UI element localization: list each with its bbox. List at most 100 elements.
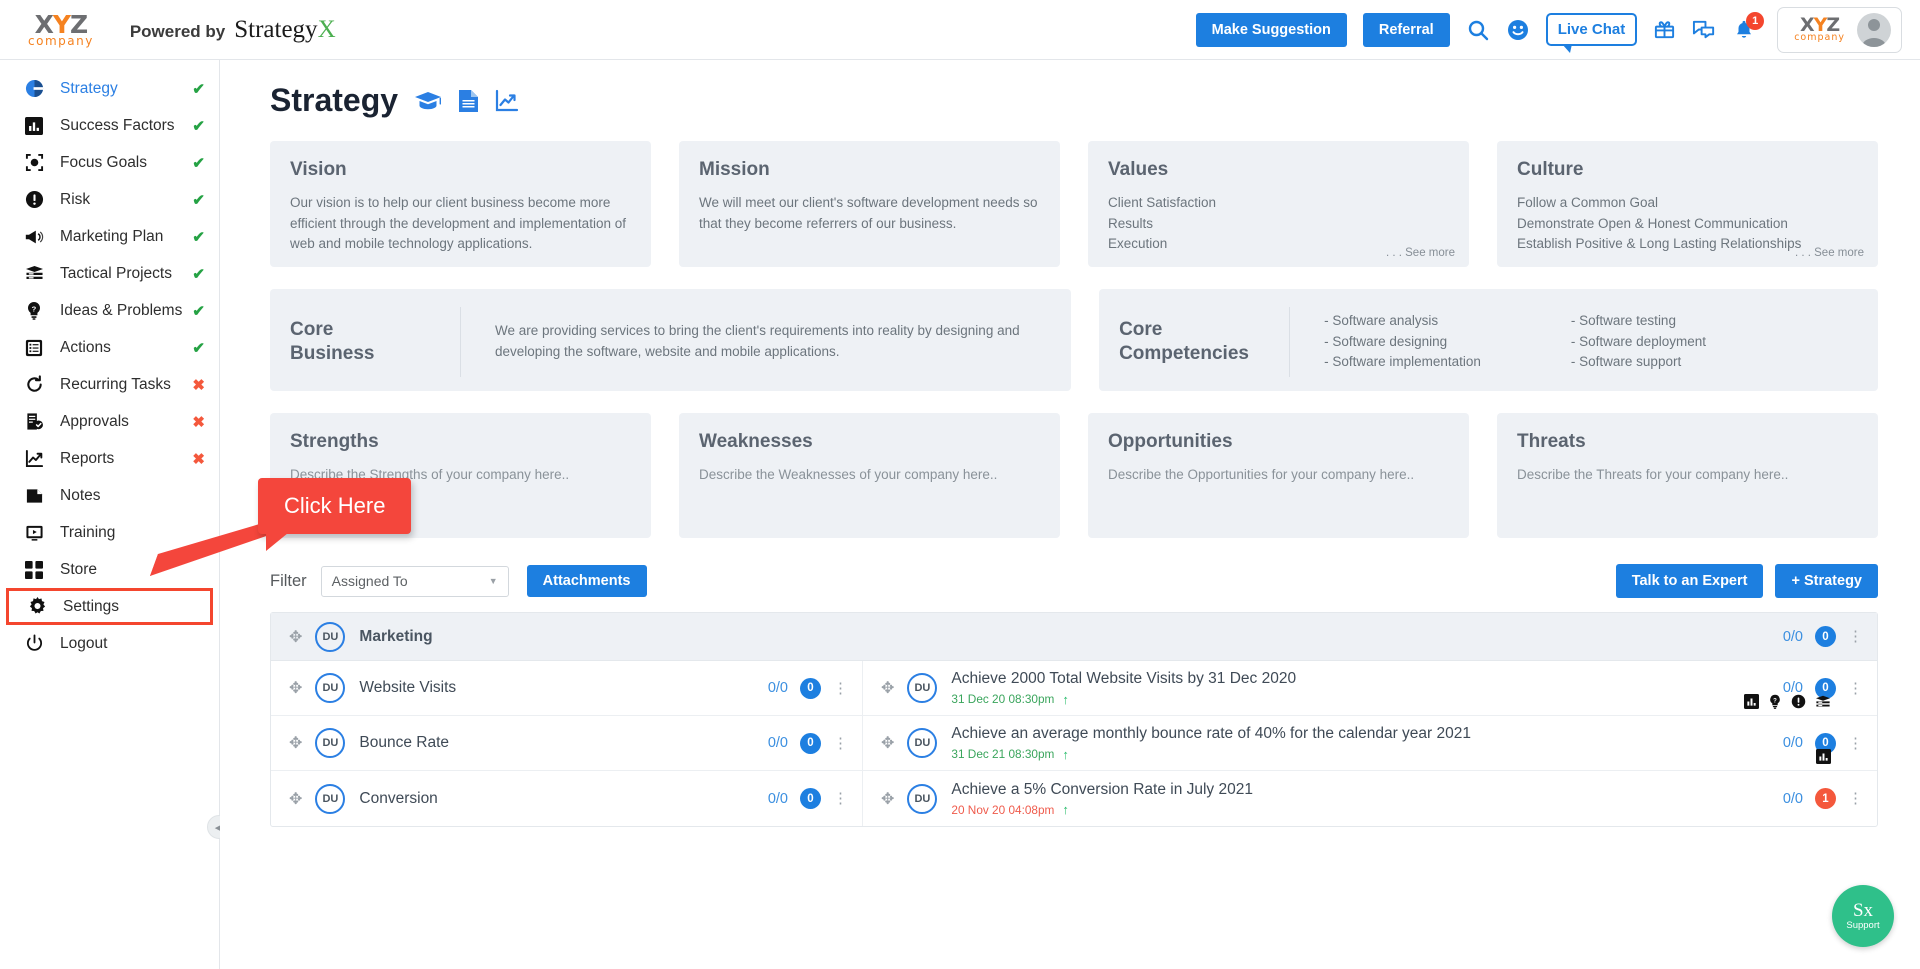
factor-cell[interactable]: ✥ DU Website Visits 0/0 0 ⋮ [271,661,863,715]
avatar: DU [315,621,346,652]
sidebar-item-store[interactable]: Store [0,551,219,588]
mission-card[interactable]: Mission We will meet our client's softwa… [679,141,1060,267]
card-body: Client Satisfaction Results Execution [1108,193,1449,255]
sidebar-item-risk[interactable]: Risk ✔ [0,181,219,218]
video-icon [22,524,46,542]
core-business-body: We are providing services to bring the c… [460,307,1051,377]
card-body: Follow a Common Goal Demonstrate Open & … [1517,193,1858,255]
make-suggestion-button[interactable]: Make Suggestion [1195,12,1347,47]
sidebar-item-settings[interactable]: Settings [6,588,213,625]
document-icon[interactable] [458,89,479,113]
sidebar-item-training[interactable]: Training [0,514,219,551]
sidebar-item-actions[interactable]: Actions ✔ [0,329,219,366]
avatar [1857,12,1891,47]
factor-cell[interactable]: ✥ DU Conversion 0/0 0 ⋮ [271,771,863,826]
core-competencies-card[interactable]: Core Competencies - Software analysis - … [1099,289,1878,391]
sidebar-item-success-factors[interactable]: Success Factors ✔ [0,107,219,144]
status-check-icon: ✔ [192,117,205,135]
values-card[interactable]: Values Client Satisfaction Results Execu… [1088,141,1469,267]
search-icon[interactable] [1466,18,1490,42]
talk-to-expert-button[interactable]: Talk to an Expert [1615,564,1764,598]
assigned-to-select[interactable]: Assigned To ▼ [320,565,509,597]
add-strategy-button[interactable]: + Strategy [1775,564,1878,598]
drag-handle-icon[interactable]: ✥ [881,733,894,753]
pie-chart-icon [22,79,46,98]
factor-cell[interactable]: ✥ DU Bounce Rate 0/0 0 ⋮ [271,716,863,770]
core-competencies-title-line1: Core [1119,319,1163,341]
drag-handle-icon[interactable]: ✥ [289,678,302,698]
sidebar-item-label: Success Factors [60,116,175,134]
avatar: DU [907,673,938,703]
trend-chart-icon[interactable] [495,89,520,113]
drag-handle-icon[interactable]: ✥ [881,789,894,809]
bar-chart-icon[interactable] [1816,749,1831,764]
drag-handle-icon[interactable]: ✥ [289,627,302,647]
row-menu-button[interactable]: ⋮ [1848,629,1863,644]
goal-mini-icons: ? [1744,694,1831,709]
row-menu-button[interactable]: ⋮ [1848,791,1863,806]
status-cross-icon: ✖ [192,376,205,394]
sidebar-item-reports[interactable]: Reports ✖ [0,440,219,477]
card-title: Threats [1517,431,1586,452]
ratio: 0/0 [1782,790,1803,807]
live-chat-button[interactable]: Live Chat [1545,13,1638,53]
sidebar-item-recurring-tasks[interactable]: Recurring Tasks ✖ [0,366,219,403]
support-widget[interactable]: Sx Support [1832,885,1894,947]
row-menu-button[interactable]: ⋮ [1848,736,1863,751]
attachments-button[interactable]: Attachments [526,565,647,597]
row-menu-button[interactable]: ⋮ [833,736,848,751]
weaknesses-card[interactable]: Weaknesses Describe the Weaknesses of yo… [679,413,1060,538]
drag-handle-icon[interactable]: ✥ [289,733,302,753]
graduation-cap-icon[interactable] [414,90,442,112]
row-menu-button[interactable]: ⋮ [833,681,848,696]
sidebar-item-label: Store [60,560,98,578]
sidebar-item-label: Approvals [60,412,129,430]
row-menu-button[interactable]: ⋮ [1848,681,1863,696]
sidebar-item-marketing-plan[interactable]: Marketing Plan ✔ [0,218,219,255]
sidebar-item-strategy[interactable]: Strategy ✔ [0,70,219,107]
group-name: Marketing [359,627,433,645]
company-logo[interactable]: XYZ company [28,12,94,47]
alert-icon[interactable] [1791,694,1806,709]
goal-cell[interactable]: ✥ DU Achieve a 5% Conversion Rate in Jul… [863,771,1877,826]
company-logo-bottom: company [28,34,94,48]
sidebar-item-focus-goals[interactable]: Focus Goals ✔ [0,144,219,181]
goal-date-row: 31 Dec 20 08:30pm ↑ [951,692,1296,707]
goal-cell[interactable]: ✥ DU Achieve 2000 Total Website Visits b… [863,661,1877,715]
bar-chart-icon[interactable] [1744,694,1759,709]
count-badge: 1 [1815,788,1836,809]
row-menu-button[interactable]: ⋮ [833,791,848,806]
goal-cell[interactable]: ✥ DU Achieve an average monthly bounce r… [863,716,1877,770]
layers-icon[interactable] [1815,695,1831,709]
vision-card[interactable]: Vision Our vision is to help our client … [270,141,651,267]
lightbulb-icon[interactable]: ? [1768,694,1782,709]
sidebar-item-label: Focus Goals [60,153,148,171]
threats-card[interactable]: Threats Describe the Threats for your co… [1497,413,1878,538]
see-more-link[interactable]: . . . See more [1795,247,1864,259]
user-profile-chip[interactable]: XYZ company [1777,6,1902,53]
card-body: We will meet our client's software devel… [699,195,1038,231]
competency-item: - Software deployment [1570,333,1706,349]
smiley-icon[interactable] [1506,18,1530,42]
opportunities-card[interactable]: Opportunities Describe the Opportunities… [1088,413,1469,538]
table-group-row[interactable]: ✥ DU Marketing 0/0 0 ⋮ [271,613,1877,661]
gift-icon[interactable] [1653,18,1676,41]
core-business-card[interactable]: Core Business We are providing services … [270,289,1072,391]
status-check-icon: ✔ [192,154,205,172]
gear-icon [25,597,49,616]
sidebar-item-approvals[interactable]: Approvals ✖ [0,403,219,440]
strengths-card[interactable]: Strengths Describe the Strengths of your… [270,413,651,538]
sidebar-item-tactical-projects[interactable]: Tactical Projects ✔ [0,255,219,292]
app-header: XYZ company Powered by StrategyX Make Su… [0,0,1920,60]
culture-card[interactable]: Culture Follow a Common Goal Demonstrate… [1497,141,1878,267]
sidebar-item-logout[interactable]: Logout [0,625,219,662]
sidebar-item-notes[interactable]: Notes [0,477,219,514]
bell-icon[interactable]: 1 [1733,11,1765,41]
referral-button[interactable]: Referral [1362,12,1450,47]
drag-handle-icon[interactable]: ✥ [881,678,894,698]
sidebar-item-ideas-problems[interactable]: ? Ideas & Problems ✔ [0,292,219,329]
see-more-link[interactable]: . . . See more [1386,247,1455,259]
drag-handle-icon[interactable]: ✥ [289,789,302,809]
avatar: DU [907,728,938,758]
chat-icon[interactable] [1692,17,1717,42]
